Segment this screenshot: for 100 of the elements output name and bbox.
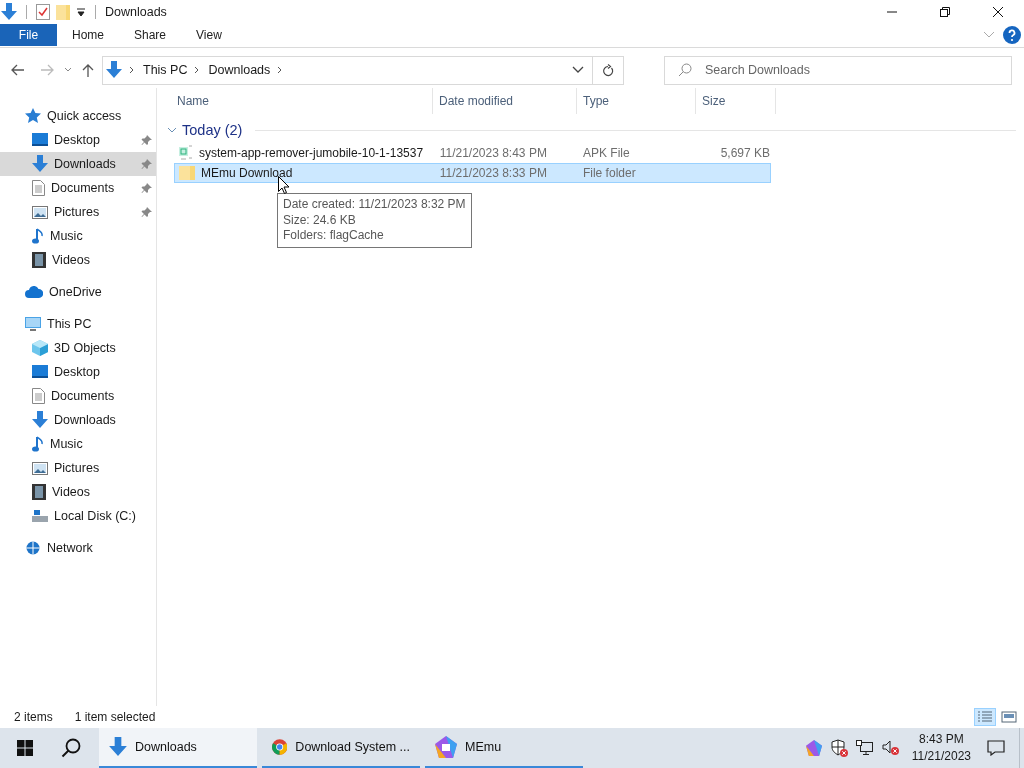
column-header[interactable]: Date modified xyxy=(433,88,577,114)
nav-item[interactable]: Desktop xyxy=(0,360,156,384)
window-title: Downloads xyxy=(105,5,167,19)
breadcrumb-item[interactable]: Downloads xyxy=(208,63,271,77)
nav-item[interactable]: Documents xyxy=(0,384,156,408)
download-arrow-icon[interactable] xyxy=(1,3,17,21)
nav-item[interactable]: Desktop xyxy=(0,128,156,152)
folder-icon xyxy=(179,166,195,180)
speaker-muted-icon[interactable] xyxy=(881,740,900,756)
nav-item[interactable]: Music xyxy=(0,224,156,248)
taskbar-app[interactable]: Download System ... xyxy=(262,728,420,768)
nav-label: Pictures xyxy=(54,205,100,219)
nav-label: Pictures xyxy=(54,461,100,475)
table-cell-text: APK File xyxy=(582,146,631,160)
pictures-icon xyxy=(32,205,48,219)
large-icons-view-button[interactable] xyxy=(998,708,1020,726)
nav-item[interactable]: Videos xyxy=(0,248,156,272)
restore-icon[interactable] xyxy=(939,6,951,18)
search-field[interactable]: Search Downloads xyxy=(664,55,1012,85)
close-icon[interactable] xyxy=(992,6,1004,18)
nav-item[interactable]: Music xyxy=(0,432,156,456)
nav-label: Videos xyxy=(52,253,90,267)
column-header[interactable]: Name xyxy=(171,88,433,114)
ribbon-tab[interactable]: Share xyxy=(119,24,182,46)
pin-icon[interactable] xyxy=(141,207,152,218)
network-monitor-icon[interactable] xyxy=(855,740,874,756)
address-bar[interactable]: This PC Downloads xyxy=(102,55,624,85)
table-cell-text: 11/21/2023 8:33 PM xyxy=(438,166,548,180)
column-header[interactable]: Type xyxy=(577,88,696,114)
chevron-down-icon[interactable] xyxy=(572,66,584,74)
ribbon-tab[interactable]: Home xyxy=(57,24,119,46)
nav-item[interactable]: Quick access xyxy=(0,104,156,128)
table-cell-text: 11/21/2023 8:43 PM xyxy=(438,146,548,160)
taskbar-app[interactable]: Downloads xyxy=(99,728,257,768)
windows-start-icon[interactable] xyxy=(17,740,33,756)
nav-item[interactable]: This PC xyxy=(0,312,156,336)
nav-label: Videos xyxy=(52,485,90,499)
disk-drive-icon xyxy=(32,510,48,522)
caret-icon[interactable] xyxy=(76,7,86,17)
nav-label: Documents xyxy=(51,389,115,403)
download-arrow-icon xyxy=(32,411,48,429)
column-header[interactable]: Size xyxy=(696,88,776,114)
file-name: MEmu Download xyxy=(201,166,293,180)
file-name: system-app-remover-jumobile-10-1-13537 xyxy=(199,146,424,160)
nav-label: Documents xyxy=(51,181,115,195)
nav-label: Music xyxy=(50,437,83,451)
browser-logo-icon xyxy=(272,736,288,758)
nav-item[interactable]: Pictures xyxy=(0,200,156,224)
tooltip-line: Size: 24.6 KB xyxy=(283,212,357,228)
nav-label: Quick access xyxy=(47,109,122,123)
taskbar-app[interactable]: MEmu xyxy=(425,728,583,768)
nav-item[interactable]: OneDrive xyxy=(0,280,156,304)
notification-icon[interactable] xyxy=(987,740,1005,756)
pin-icon[interactable] xyxy=(141,183,152,194)
desktop-icon xyxy=(32,133,48,147)
chevron-right-icon[interactable] xyxy=(129,66,135,74)
properties-icon[interactable] xyxy=(36,4,50,20)
nav-item[interactable]: Videos xyxy=(0,480,156,504)
file-icon xyxy=(179,145,193,161)
file-row[interactable]: MEmu Download 11/21/2023 8:33 PM File folder xyxy=(174,163,771,183)
tooltip-line: Folders: flagCache xyxy=(283,228,385,244)
chevron-right-icon[interactable] xyxy=(194,66,201,74)
nav-item[interactable]: Downloads xyxy=(0,152,156,176)
download-arrow-icon xyxy=(106,61,122,79)
ribbon-tab[interactable]: View xyxy=(181,24,237,46)
film-icon xyxy=(32,252,46,268)
breadcrumb-item[interactable]: This PC xyxy=(143,63,188,77)
search-icon[interactable] xyxy=(61,738,81,758)
up-arrow-icon[interactable] xyxy=(82,63,94,77)
file-tab[interactable]: File xyxy=(0,24,57,46)
monitor-icon xyxy=(25,317,41,331)
nav-label: Local Disk (C:) xyxy=(54,509,136,523)
nav-label: Music xyxy=(50,229,83,243)
document-icon xyxy=(32,180,45,196)
nav-item[interactable]: Local Disk (C:) xyxy=(0,504,156,528)
chevron-right-icon[interactable] xyxy=(277,66,284,74)
back-arrow-icon[interactable] xyxy=(11,64,25,76)
table-cell-text: File folder xyxy=(582,166,637,180)
group-header[interactable]: Today (2) xyxy=(182,122,243,138)
download-arrow-icon xyxy=(32,155,48,173)
selection-count: 1 item selected xyxy=(74,710,156,724)
shield-warning-icon[interactable] xyxy=(829,739,848,757)
help-icon[interactable] xyxy=(1003,26,1021,44)
nav-item[interactable]: Documents xyxy=(0,176,156,200)
clock-date[interactable]: 11/21/2023 xyxy=(911,748,971,765)
nav-item[interactable]: 3D Objects xyxy=(0,336,156,360)
pin-icon[interactable] xyxy=(141,135,152,146)
music-note-icon xyxy=(32,228,44,244)
nav-label: Network xyxy=(47,541,93,555)
file-row[interactable]: system-app-remover-jumobile-10-1-13537 11/21/2023 8:43 PM APK File 5,697 KB xyxy=(174,143,771,163)
clock-time[interactable]: 8:43 PM xyxy=(919,731,964,748)
refresh-icon[interactable] xyxy=(602,63,614,77)
nav-item[interactable]: Downloads xyxy=(0,408,156,432)
desktop-icon xyxy=(32,365,48,379)
nav-label: Desktop xyxy=(54,365,100,379)
pentagon-logo-icon[interactable] xyxy=(805,740,822,756)
pictures-icon xyxy=(32,461,48,475)
nav-item[interactable]: Network xyxy=(0,536,156,560)
film-icon xyxy=(32,484,46,500)
nav-item[interactable]: Pictures xyxy=(0,456,156,480)
